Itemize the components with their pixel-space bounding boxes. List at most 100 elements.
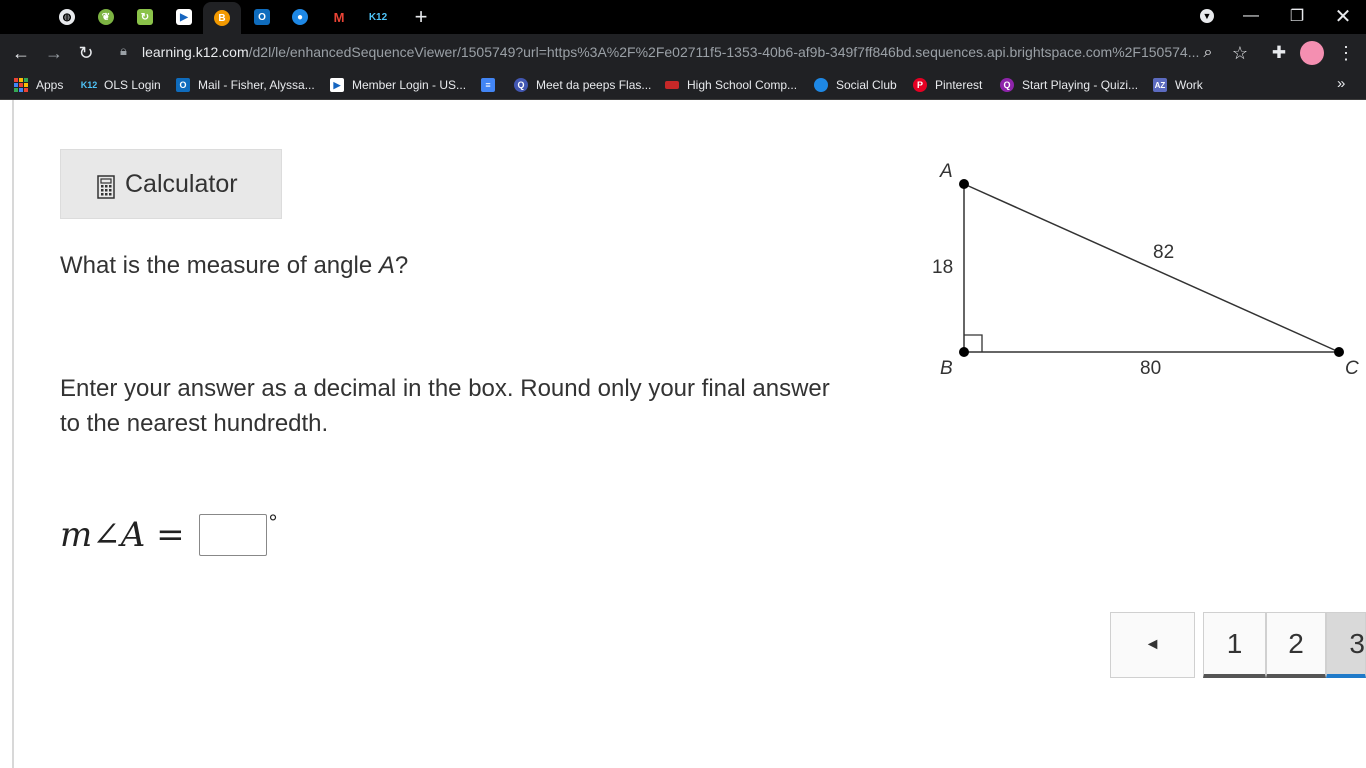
vertex-a-point — [959, 179, 969, 189]
tab-search-button[interactable]: ▼ — [1184, 0, 1230, 32]
side-ac-line — [963, 183, 1340, 353]
bookmark-quizizz[interactable]: Q Start Playing - Quizi... — [1000, 76, 1138, 94]
triangle-left-icon: ◄ — [1144, 636, 1161, 653]
lock-icon: 🔒︎ — [120, 43, 127, 58]
forward-button[interactable]: → — [41, 40, 67, 66]
tab-active[interactable]: B — [203, 2, 241, 34]
bookmark-label: High School Comp... — [687, 78, 798, 92]
gmail-icon: M — [331, 9, 347, 25]
prompt-text: What is the measure of angle — [60, 252, 379, 279]
answer-equation: m∠A = ° — [60, 510, 277, 560]
outlook-icon: O — [254, 9, 270, 25]
tab-refresh-app[interactable]: ↻ — [126, 4, 164, 30]
tab-globe[interactable]: ◍ — [48, 4, 86, 30]
page-button-1[interactable]: 1 — [1203, 612, 1266, 678]
tab-earth[interactable]: ● — [281, 4, 319, 30]
url-host: learning.k12.com — [142, 44, 249, 60]
quizizz-icon: Q — [1000, 78, 1014, 92]
bookmark-label: Apps — [36, 78, 64, 92]
b-app-icon: B — [214, 10, 230, 26]
calculator-label: Calculator — [125, 169, 238, 198]
page-number: 1 — [1226, 627, 1243, 659]
vertex-c-label: C — [1345, 358, 1359, 379]
browser-tab-strip: ◍ ❦ ↻ ▶ B O ● M K12 + ▼ — ❐ ✕ — [0, 0, 1366, 34]
side-bc-label: 80 — [1140, 358, 1161, 379]
chevron-down-icon: ▼ — [1200, 9, 1214, 23]
bookmark-label: Work — [1175, 78, 1203, 92]
zoom-button[interactable]: ⌕ — [1195, 40, 1221, 66]
restore-icon: ❐ — [1289, 8, 1305, 25]
vertex-b-point — [959, 347, 969, 357]
extensions-button[interactable]: ✚ — [1266, 40, 1292, 66]
bookmark-star-button[interactable]: ☆ — [1227, 40, 1253, 66]
close-window-button[interactable]: ✕ — [1320, 0, 1366, 32]
cursor-icon: ▶ — [330, 78, 344, 92]
bookmark-high-school-comp[interactable]: High School Comp... — [665, 76, 797, 94]
tab-leaf[interactable]: ❦ — [87, 4, 125, 30]
new-tab-button[interactable]: + — [402, 4, 440, 30]
bookmark-label: Social Club — [836, 78, 897, 92]
page-button-3-current[interactable]: 3 — [1326, 612, 1366, 678]
browser-toolbar: ← → ↻ 🔒︎ learning.k12.com/d2l/le/enhance… — [0, 34, 1366, 71]
profile-button[interactable] — [1299, 40, 1325, 66]
puzzle-icon: ✚ — [1271, 43, 1287, 62]
prompt-variable: A — [378, 252, 395, 279]
page-button-2[interactable]: 2 — [1266, 612, 1326, 678]
bookmark-mail[interactable]: O Mail - Fisher, Alyssa... — [176, 76, 315, 94]
address-bar[interactable]: 🔒︎ learning.k12.com/d2l/le/enhancedSeque… — [108, 38, 1258, 66]
degree-symbol: ° — [268, 510, 278, 535]
answer-input[interactable] — [198, 514, 267, 556]
back-button[interactable]: ← — [8, 40, 34, 66]
reload-icon: ↻ — [78, 42, 94, 63]
bookmark-label: Pinterest — [935, 78, 983, 92]
bookmark-label: OLS Login — [104, 78, 161, 92]
cursor-app-icon: ▶ — [176, 9, 192, 25]
vertex-c-point — [1334, 347, 1344, 357]
tab-k12[interactable]: K12 — [359, 4, 397, 30]
question-instructions: Enter your answer as a decimal in the bo… — [60, 375, 830, 437]
tab-cursor-app[interactable]: ▶ — [165, 4, 203, 30]
equation-label: m∠A = — [60, 515, 185, 555]
magnifier-icon: ⌕ — [1203, 44, 1213, 61]
earth-icon: ● — [292, 9, 308, 25]
vertex-a-label: A — [939, 161, 953, 182]
minimize-icon: — — [1243, 7, 1259, 24]
more-bookmarks-button[interactable]: » — [1337, 74, 1345, 92]
kebab-menu-icon: ⋮ — [1337, 42, 1355, 63]
menu-button[interactable]: ⋮ — [1333, 40, 1359, 66]
flag-icon — [665, 81, 679, 89]
restore-button[interactable]: ❐ — [1274, 0, 1320, 32]
question-page: Calculator What is the measure of angle … — [0, 100, 1366, 768]
bookmark-docs[interactable]: ≡ — [481, 76, 503, 94]
page-number: 2 — [1288, 627, 1304, 659]
bookmark-label: Member Login - US... — [352, 78, 467, 92]
quizlet-icon: Q — [514, 78, 528, 92]
prompt-end: ? — [394, 252, 409, 279]
calculator-icon — [97, 175, 115, 199]
az-icon: AZ — [1153, 78, 1167, 92]
pinterest-icon: P — [913, 78, 927, 92]
minimize-button[interactable]: — — [1228, 0, 1274, 32]
tab-gmail[interactable]: M — [320, 4, 358, 30]
bookmark-label: Start Playing - Quizi... — [1022, 78, 1139, 92]
bookmark-meet-da-peeps[interactable]: Q Meet da peeps Flas... — [514, 76, 651, 94]
earth-icon — [814, 78, 828, 92]
tab-outlook[interactable]: O — [243, 4, 281, 30]
bookmark-pinterest[interactable]: P Pinterest — [913, 76, 982, 94]
bookmark-social-club[interactable]: Social Club — [814, 76, 897, 94]
docs-icon: ≡ — [481, 78, 495, 92]
bookmark-member-login[interactable]: ▶ Member Login - US... — [330, 76, 466, 94]
avatar — [1300, 41, 1324, 65]
close-icon: ✕ — [1334, 5, 1352, 28]
previous-button[interactable]: ◄ — [1110, 612, 1195, 678]
leaf-icon: ❦ — [98, 9, 114, 25]
apps-grid-icon — [14, 78, 28, 92]
bookmark-apps[interactable]: Apps — [14, 76, 63, 94]
bookmark-work[interactable]: AZ Work — [1153, 76, 1203, 94]
calculator-button[interactable]: Calculator — [60, 149, 282, 219]
reload-button[interactable]: ↻ — [73, 40, 99, 66]
refresh-app-icon: ↻ — [137, 9, 153, 25]
url-text[interactable]: learning.k12.com/d2l/le/enhancedSequence… — [142, 44, 1202, 60]
bookmarks-bar: Apps K12 OLS Login O Mail - Fisher, Alyssa… — [0, 71, 1366, 100]
bookmark-ols-login[interactable]: K12 OLS Login — [80, 76, 161, 94]
